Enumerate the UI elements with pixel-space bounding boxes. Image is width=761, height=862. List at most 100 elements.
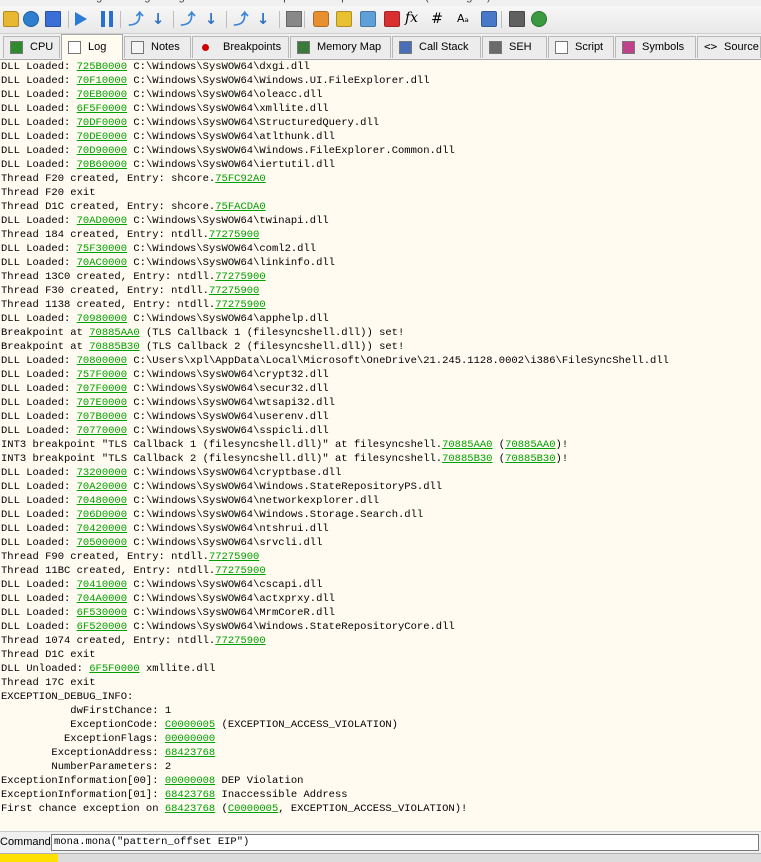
address-link[interactable]: 70885AA0 xyxy=(442,439,492,451)
restart-icon[interactable] xyxy=(23,11,39,27)
log-line: Thread 1138 created, Entry: ntdll.772759… xyxy=(1,298,266,312)
address-link[interactable]: 70AC0000 xyxy=(77,257,127,269)
run-icon[interactable] xyxy=(75,12,87,26)
address-link[interactable]: 70AD0000 xyxy=(77,215,127,227)
address-link[interactable]: 707F0000 xyxy=(77,383,127,395)
globe-icon[interactable] xyxy=(531,11,547,27)
address-link[interactable]: 68423768 xyxy=(165,803,215,815)
address-link[interactable]: 70885AA0 xyxy=(505,439,555,451)
tab-seh[interactable]: SEH xyxy=(482,36,547,58)
command-input[interactable]: mona.mona("pattern_offset EIP") xyxy=(51,834,759,851)
tab-script[interactable]: Script xyxy=(548,36,614,58)
address-link[interactable]: 70800000 xyxy=(77,355,127,367)
address-link[interactable]: 70770000 xyxy=(77,425,127,437)
address-link[interactable]: 70DE0000 xyxy=(77,131,127,143)
address-link[interactable]: 77275900 xyxy=(209,229,259,241)
calculator-icon[interactable] xyxy=(509,11,525,27)
address-link[interactable]: 77275900 xyxy=(209,551,259,563)
address-link[interactable]: 77275900 xyxy=(215,299,265,311)
address-link[interactable]: 70D90000 xyxy=(77,145,127,157)
address-link[interactable]: 70480000 xyxy=(77,495,127,507)
hash-icon[interactable]: # xyxy=(429,11,445,27)
log-line: dwFirstChance: 1 xyxy=(1,704,171,718)
tab-memory-map[interactable]: Memory Map xyxy=(290,36,391,58)
toolbar-separator xyxy=(120,11,121,28)
symbols-icon[interactable] xyxy=(481,11,497,27)
tab-source[interactable]: <> Source xyxy=(697,36,761,58)
bookmark-icon[interactable] xyxy=(384,11,400,27)
step-into-icon[interactable]: ⤴ xyxy=(128,11,144,27)
address-link[interactable]: 70A20000 xyxy=(77,481,127,493)
tab-symbols[interactable]: Symbols xyxy=(615,36,696,58)
address-link[interactable]: 75FC92A0 xyxy=(215,173,265,185)
log-text: DLL Loaded: xyxy=(1,467,77,479)
address-link[interactable]: 68423768 xyxy=(165,789,215,801)
address-link[interactable]: 70500000 xyxy=(77,537,127,549)
address-link[interactable]: 77275900 xyxy=(215,271,265,283)
address-link[interactable]: 75F30000 xyxy=(77,243,127,255)
pause-icon[interactable] xyxy=(101,11,113,27)
address-link[interactable]: 725B0000 xyxy=(77,61,127,73)
address-link[interactable]: 73200000 xyxy=(77,467,127,479)
scylla-icon[interactable] xyxy=(286,11,302,27)
tab-call-stack[interactable]: Call Stack xyxy=(392,36,481,58)
log-view[interactable]: DLL Loaded: 725B0000 C:\Windows\SysWOW64… xyxy=(0,60,761,830)
address-link[interactable]: 00000000 xyxy=(165,733,215,745)
address-link[interactable]: 70980000 xyxy=(77,313,127,325)
log-text: DLL Loaded: xyxy=(1,369,77,381)
address-link[interactable]: 77275900 xyxy=(215,565,265,577)
address-link[interactable]: 70DF0000 xyxy=(77,117,127,129)
address-link[interactable]: 70B60000 xyxy=(77,159,127,171)
patch-icon[interactable] xyxy=(313,11,329,27)
log-text: ExceptionInformation[00]: xyxy=(1,775,165,787)
address-link[interactable]: 706D0000 xyxy=(77,509,127,521)
address-link[interactable]: 70885B30 xyxy=(89,341,139,353)
address-link[interactable]: 757F0000 xyxy=(77,369,127,381)
address-link[interactable]: C0000005 xyxy=(165,719,215,731)
address-link[interactable]: 6F5F0000 xyxy=(89,663,139,675)
address-link[interactable]: C0000005 xyxy=(228,803,278,815)
address-link[interactable]: 70420000 xyxy=(77,523,127,535)
tab-breakpoints[interactable]: Breakpoints xyxy=(192,36,289,58)
log-text: DLL Loaded: xyxy=(1,481,77,493)
address-link[interactable]: 77275900 xyxy=(209,285,259,297)
tab-log[interactable]: Log xyxy=(61,34,123,60)
stop-icon[interactable] xyxy=(45,11,61,27)
tab-notes[interactable]: Notes xyxy=(124,36,191,58)
address-link[interactable]: 75FACDA0 xyxy=(215,201,265,213)
log-text: DLL Loaded: xyxy=(1,621,77,633)
address-link[interactable]: 70885B30 xyxy=(442,453,492,465)
log-text: C:\Windows\SysWOW64\srvcli.dll xyxy=(127,537,323,549)
menu-bar-text[interactable]: File View Debug Tracing Plugins Favourit… xyxy=(4,0,491,3)
trace-into-icon[interactable]: ⤴ xyxy=(180,11,196,27)
log-line: INT3 breakpoint "TLS Callback 1 (filesyn… xyxy=(1,438,568,452)
call-stack-icon xyxy=(399,41,412,54)
address-link[interactable]: 6F520000 xyxy=(77,621,127,633)
address-link[interactable]: 707B0000 xyxy=(77,411,127,423)
log-text: (TLS Callback 1 (filesyncshell.dll)) set… xyxy=(139,327,405,339)
run-to-user-code-icon[interactable]: ↓ xyxy=(255,11,271,27)
trace-over-icon[interactable]: ↓ xyxy=(203,11,219,27)
address-link[interactable]: 00000008 xyxy=(165,775,215,787)
address-link[interactable]: 70F10000 xyxy=(77,75,127,87)
address-link[interactable]: 6F530000 xyxy=(77,607,127,619)
address-link[interactable]: 70885AA0 xyxy=(89,327,139,339)
address-link[interactable]: 70410000 xyxy=(77,579,127,591)
comment-icon[interactable] xyxy=(336,11,352,27)
step-over-icon[interactable]: ↓ xyxy=(150,11,166,27)
tab-cpu[interactable]: CPU xyxy=(3,36,60,58)
address-link[interactable]: 704A0000 xyxy=(77,593,127,605)
font-icon[interactable]: Aₐ xyxy=(457,11,473,27)
function-icon[interactable]: fx xyxy=(405,11,425,27)
execute-till-return-icon[interactable]: ⤴ xyxy=(233,11,249,27)
address-link[interactable]: 707E0000 xyxy=(77,397,127,409)
address-link[interactable]: 6F5F0000 xyxy=(77,103,127,115)
log-line: ExceptionAddress: 68423768 xyxy=(1,746,215,760)
label-icon[interactable] xyxy=(360,11,376,27)
address-link[interactable]: 68423768 xyxy=(165,747,215,759)
open-icon[interactable] xyxy=(3,11,19,27)
address-link[interactable]: 70885B30 xyxy=(505,453,555,465)
address-link[interactable]: 77275900 xyxy=(215,635,265,647)
log-text: C:\Windows\SysWOW64\wtsapi32.dll xyxy=(127,397,335,409)
address-link[interactable]: 70EB0000 xyxy=(77,89,127,101)
